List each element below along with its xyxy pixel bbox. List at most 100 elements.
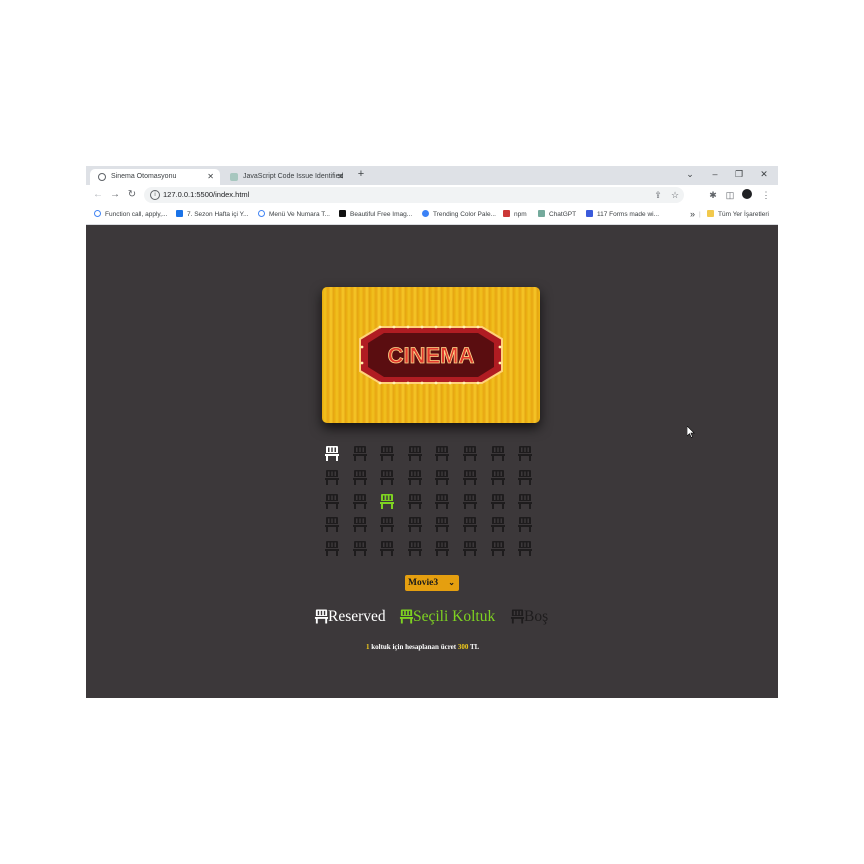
seat-empty[interactable] xyxy=(352,493,368,510)
legend-reserved-label: Reserved xyxy=(328,608,386,625)
edge-icon xyxy=(258,210,265,217)
seat-empty[interactable] xyxy=(379,445,395,462)
bookmark-star-icon[interactable]: ☆ xyxy=(669,188,681,202)
seat-icon xyxy=(407,541,422,557)
address-bar[interactable]: i 127.0.0.1:5500/index.html ⇪ ☆ xyxy=(144,187,684,203)
seat-icon xyxy=(490,446,505,461)
tab-javascript-code-issue[interactable]: JavaScript Code Issue Identified ✕ xyxy=(222,169,350,185)
seat-empty[interactable] xyxy=(490,469,506,486)
seat-empty[interactable] xyxy=(407,540,423,557)
seat-empty[interactable] xyxy=(517,540,533,557)
seat-icon xyxy=(463,493,477,509)
bookmark-item[interactable]: Menü Ve Numara T... xyxy=(258,205,330,224)
seat-empty[interactable] xyxy=(352,516,368,533)
seat-empty[interactable] xyxy=(352,445,368,462)
seat-icon xyxy=(314,609,329,624)
seat-selected[interactable] xyxy=(379,493,395,510)
bookmark-item[interactable]: Beautiful Free Imag... xyxy=(339,205,412,224)
menu-dots-icon[interactable]: ⋮ xyxy=(760,188,772,202)
seat-empty[interactable] xyxy=(407,445,423,462)
bookmark-item[interactable]: npm xyxy=(503,205,527,224)
legend-selected-label: Seçili Koltuk xyxy=(413,608,496,625)
seat-icon xyxy=(490,517,505,533)
movie-select[interactable]: Movie3 ⌄ xyxy=(405,575,459,591)
seat-empty[interactable] xyxy=(352,540,368,557)
new-tab-button[interactable]: + xyxy=(351,166,371,185)
bookmark-item[interactable]: 7. Sezon Hafta içi Y... xyxy=(176,205,249,224)
seat-empty[interactable] xyxy=(462,493,478,510)
restore-button[interactable]: ❐ xyxy=(729,166,749,185)
seat-empty[interactable] xyxy=(352,469,368,486)
seat-icon xyxy=(380,446,395,461)
share-icon[interactable]: ⇪ xyxy=(652,188,664,202)
bookmark-item[interactable]: Trending Color Pale... xyxy=(422,205,496,224)
seat-empty[interactable] xyxy=(462,445,478,462)
all-bookmarks-folder[interactable]: Tüm Yer İşaretleri xyxy=(707,205,769,224)
cinema-sign-graphic: CINEMA xyxy=(359,325,503,385)
close-tab-icon[interactable]: ✕ xyxy=(207,169,214,185)
seat-empty[interactable] xyxy=(490,493,506,510)
avatar[interactable] xyxy=(741,188,753,202)
seat-empty[interactable] xyxy=(324,516,340,533)
price-summary: 1 koltuk için hesaplanan ücret 300 TL xyxy=(366,640,506,654)
seat-empty[interactable] xyxy=(324,493,340,510)
seat-empty[interactable] xyxy=(490,516,506,533)
tab-search-icon[interactable]: ⌄ xyxy=(680,166,700,185)
info-icon[interactable]: i xyxy=(150,190,160,200)
seat-icon xyxy=(435,493,450,509)
seat-empty[interactable] xyxy=(490,445,506,462)
palette-icon xyxy=(422,210,429,217)
seat-empty[interactable] xyxy=(434,540,450,557)
seat-icon xyxy=(325,446,339,461)
seat-empty[interactable] xyxy=(517,469,533,486)
extensions-icon[interactable]: ✱ xyxy=(707,188,719,202)
bookmark-item[interactable]: ChatGPT xyxy=(538,205,576,224)
seat-empty[interactable] xyxy=(324,469,340,486)
bookmarks-overflow-button[interactable]: » xyxy=(690,205,695,224)
folder-icon xyxy=(707,210,714,217)
seat-empty[interactable] xyxy=(434,445,450,462)
tab-sinema-otomasyonu[interactable]: Sinema Otomasyonu ✕ xyxy=(90,169,220,185)
seat-empty[interactable] xyxy=(379,469,395,486)
seat-empty[interactable] xyxy=(407,516,423,533)
seat-icon xyxy=(325,541,339,557)
cinema-poster: CINEMA xyxy=(322,287,540,423)
seat-empty[interactable] xyxy=(379,540,395,557)
seat-icon xyxy=(490,469,505,485)
seat-icon xyxy=(435,517,450,533)
seat-empty[interactable] xyxy=(434,493,450,510)
bookmarks-divider: | xyxy=(699,211,701,218)
back-arrow-icon[interactable]: ← xyxy=(91,188,105,202)
seat-empty[interactable] xyxy=(462,516,478,533)
seat-icon xyxy=(380,541,395,557)
bookmark-item[interactable]: 117 Forms made wi... xyxy=(586,205,659,224)
bookmark-item[interactable]: Function call, apply,... xyxy=(94,205,167,224)
seat-empty[interactable] xyxy=(407,493,423,510)
url-text: 127.0.0.1:5500/index.html xyxy=(163,190,250,199)
movie-select-value: Movie3 xyxy=(408,578,439,588)
seat-icon xyxy=(407,469,422,485)
seat-reserved[interactable] xyxy=(324,445,340,462)
seat-icon xyxy=(352,469,367,485)
reload-icon[interactable]: ↻ xyxy=(125,188,139,202)
close-window-button[interactable]: ✕ xyxy=(754,166,774,185)
seat-empty[interactable] xyxy=(517,445,533,462)
seat-empty[interactable] xyxy=(407,469,423,486)
seat-empty[interactable] xyxy=(434,516,450,533)
forward-arrow-icon[interactable]: → xyxy=(108,188,122,202)
side-panel-icon[interactable]: ◫ xyxy=(724,188,736,202)
seat-empty[interactable] xyxy=(434,469,450,486)
seat-empty[interactable] xyxy=(517,516,533,533)
seat-icon xyxy=(518,446,533,461)
seat-empty[interactable] xyxy=(490,540,506,557)
seat-empty[interactable] xyxy=(462,540,478,557)
seat-icon xyxy=(518,517,533,533)
seat-icon xyxy=(518,469,533,485)
minimize-button[interactable]: – xyxy=(705,166,725,185)
seat-empty[interactable] xyxy=(379,516,395,533)
tab-title: JavaScript Code Issue Identified xyxy=(243,173,344,180)
seat-empty[interactable] xyxy=(462,469,478,486)
seat-empty[interactable] xyxy=(324,540,340,557)
close-tab-icon[interactable]: ✕ xyxy=(337,169,344,185)
seat-empty[interactable] xyxy=(517,493,533,510)
